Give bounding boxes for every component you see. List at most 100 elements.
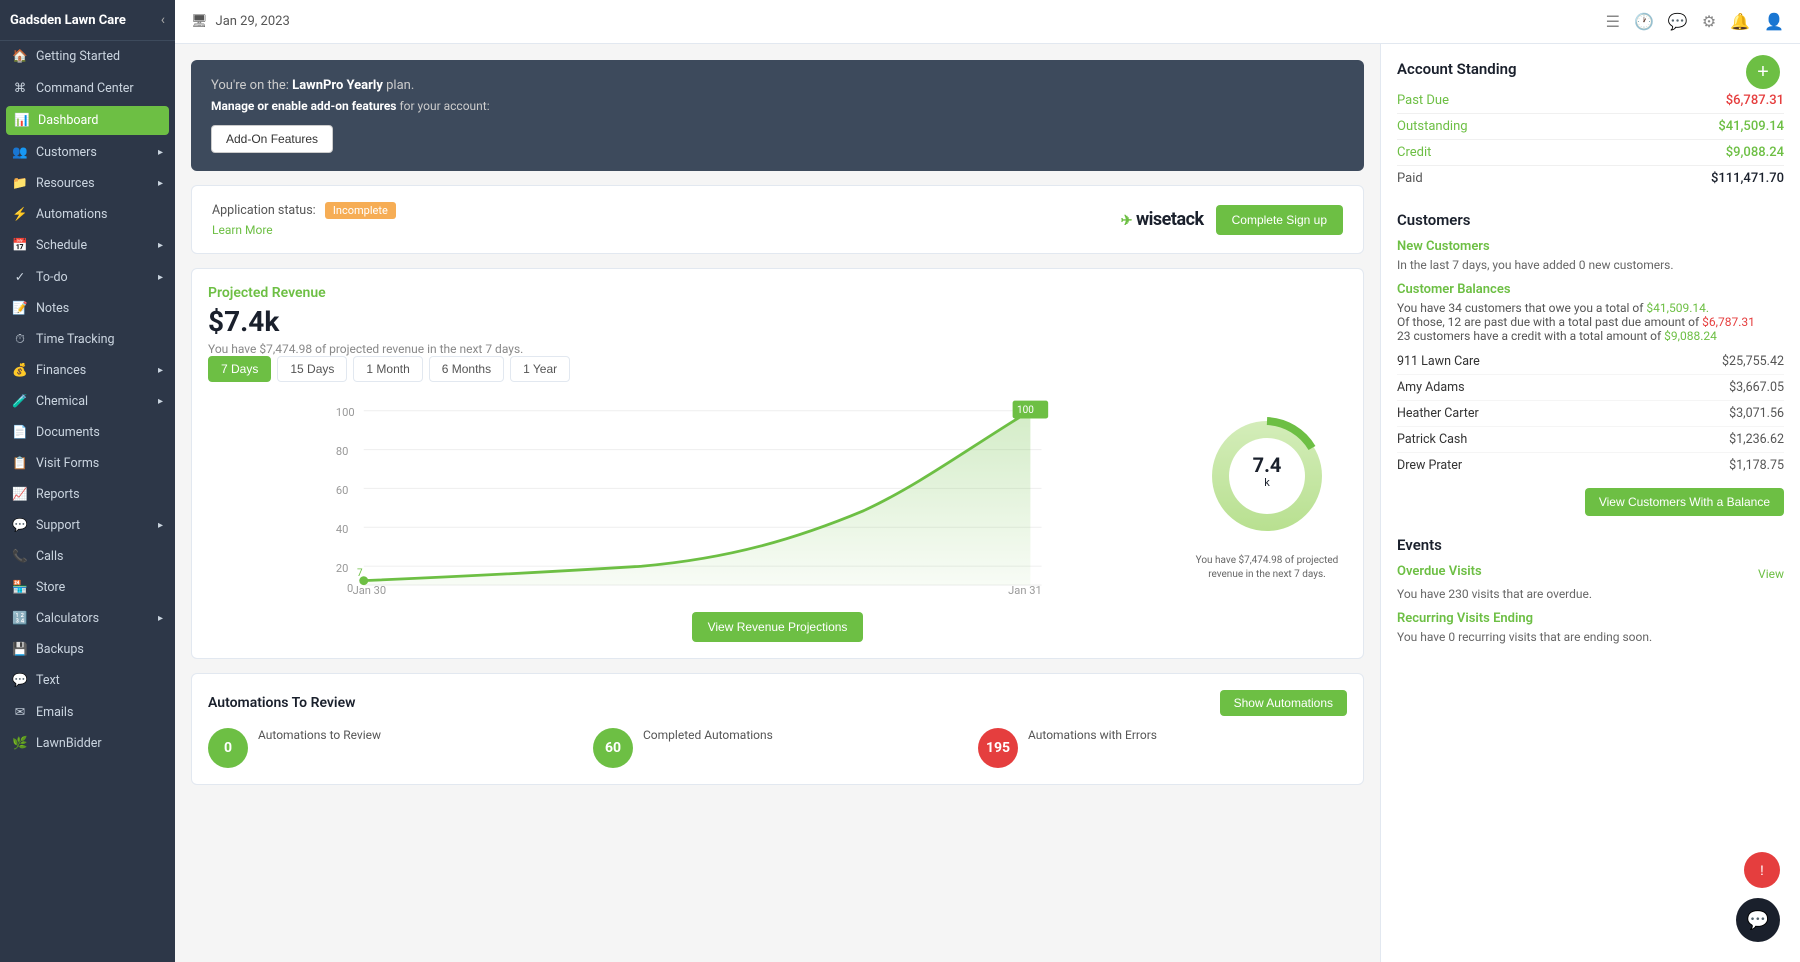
sidebar-item-support[interactable]: 💬 Support ▸ <box>0 510 175 541</box>
app-status-row: Application status: Incomplete <box>212 202 396 219</box>
sidebar-item-calculators[interactable]: 🔢 Calculators ▸ <box>0 603 175 634</box>
wisetack-logo: ✈ wisetack <box>1121 209 1204 230</box>
backups-icon: 💾 <box>12 642 28 657</box>
user-icon[interactable]: 👤 <box>1764 12 1784 31</box>
text-icon: 💬 <box>12 673 28 688</box>
sidebar-item-customers[interactable]: 👥 Customers ▸ <box>0 137 175 168</box>
balances-desc: You have 34 customers that owe you a tot… <box>1397 301 1784 343</box>
time-tabs: 7 Days15 Days1 Month 6 Months1 Year <box>208 356 1347 382</box>
balance-amount: $1,178.75 <box>1729 458 1784 473</box>
sidebar-item-backups[interactable]: 💾 Backups <box>0 634 175 665</box>
svg-text:7: 7 <box>357 568 363 579</box>
alert-button[interactable]: ! <box>1744 852 1780 888</box>
command-center-icon: ⌘ <box>12 80 28 96</box>
list-icon[interactable]: ☰ <box>1606 12 1620 31</box>
dashboard-icon: 📊 <box>14 113 30 128</box>
chevron-right-icon: ▸ <box>158 396 163 407</box>
status-badge: Incomplete <box>325 202 396 219</box>
sidebar-item-lawnbidder[interactable]: 🌿 LawnBidder <box>0 728 175 759</box>
sidebar-item-to-do[interactable]: ✓ To-do ▸ <box>0 261 175 293</box>
sidebar-item-command-center[interactable]: ⌘ Command Center <box>0 72 175 104</box>
standing-label: Paid <box>1397 171 1423 186</box>
sidebar-item-time-tracking[interactable]: ⏱ Time Tracking <box>0 324 175 355</box>
sidebar-item-finances[interactable]: 💰 Finances ▸ <box>0 355 175 386</box>
sidebar-item-notes[interactable]: 📝 Notes <box>0 293 175 324</box>
sidebar-label-backups: Backups <box>36 642 84 657</box>
account-standing-section: Account Standing Past Due $6,787.31Outst… <box>1397 60 1784 191</box>
svg-text:100: 100 <box>336 406 355 419</box>
fab-button[interactable]: + <box>1746 55 1780 89</box>
events-section: Events Overdue Visits View You have 230 … <box>1397 536 1784 644</box>
show-automations-button[interactable]: Show Automations <box>1220 690 1347 716</box>
customer-balances-title: Customer Balances <box>1397 282 1784 297</box>
sidebar-item-emails[interactable]: ✉ Emails <box>0 696 175 728</box>
chat-icon[interactable]: 💬 <box>1668 12 1688 31</box>
sidebar-label-emails: Emails <box>36 705 73 720</box>
sidebar-item-schedule[interactable]: 📅 Schedule ▸ <box>0 230 175 261</box>
content-area: You're on the: LawnPro Yearly plan. Mana… <box>175 44 1800 962</box>
app-status-right: ✈ wisetack Complete Sign up <box>1121 205 1343 235</box>
standing-row: Paid $111,471.70 <box>1397 166 1784 191</box>
automations-header: Automations To Review Show Automations <box>208 690 1347 716</box>
auto-card: 0 Automations to Review <box>208 728 577 768</box>
learn-more-link[interactable]: Learn More <box>212 223 396 237</box>
overdue-view-link[interactable]: View <box>1758 567 1784 581</box>
sidebar-label-resources: Resources <box>36 176 95 191</box>
time-tab-15-days[interactable]: 15 Days <box>277 356 347 382</box>
standing-rows: Past Due $6,787.31Outstanding $41,509.14… <box>1397 88 1784 191</box>
sidebar-collapse-icon[interactable]: ‹ <box>161 12 165 28</box>
standing-row: Outstanding $41,509.14 <box>1397 114 1784 140</box>
time-tab-7-days[interactable]: 7 Days <box>208 356 271 382</box>
standing-label[interactable]: Credit <box>1397 145 1431 160</box>
time-tab-1-month[interactable]: 1 Month <box>353 356 422 382</box>
app-status-banner: Application status: Incomplete Learn Mor… <box>191 185 1364 254</box>
standing-label[interactable]: Past Due <box>1397 93 1449 108</box>
chat-button[interactable]: 💬 <box>1736 898 1780 942</box>
auto-card-label: Automations to Review <box>258 728 381 742</box>
sidebar-label-chemical: Chemical <box>36 394 88 409</box>
complete-signup-button[interactable]: Complete Sign up <box>1216 205 1343 235</box>
sidebar-item-resources[interactable]: 📁 Resources ▸ <box>0 168 175 199</box>
calculators-icon: 🔢 <box>12 611 28 626</box>
chevron-right-icon: ▸ <box>158 272 163 283</box>
view-customers-balance-button[interactable]: View Customers With a Balance <box>1585 488 1784 516</box>
store-icon: 🏪 <box>12 580 28 595</box>
addon-features-button[interactable]: Add-On Features <box>211 125 333 153</box>
sidebar-label-automations: Automations <box>36 207 107 222</box>
time-tab-6-months[interactable]: 6 Months <box>429 356 504 382</box>
notes-icon: 📝 <box>12 301 28 316</box>
sidebar-label-reports: Reports <box>36 487 80 502</box>
recurring-visits-desc: You have 0 recurring visits that are end… <box>1397 630 1784 644</box>
sidebar-item-getting-started[interactable]: 🏠 Getting Started <box>0 41 175 72</box>
topbar-date: Jan 29, 2023 <box>216 14 290 29</box>
sidebar-label-customers: Customers <box>36 145 97 160</box>
sidebar-label-calls: Calls <box>36 549 63 564</box>
revenue-chart-area: 100 80 60 40 20 0 <box>208 394 1347 594</box>
balance-amount: $25,755.42 <box>1722 354 1784 369</box>
sidebar-item-dashboard[interactable]: 📊 Dashboard <box>6 106 169 135</box>
calls-icon: 📞 <box>12 549 28 564</box>
standing-label[interactable]: Outstanding <box>1397 119 1468 134</box>
svg-text:100: 100 <box>1017 405 1034 416</box>
topbar: 🖥 Jan 29, 2023 ☰ 🕐 💬 ⚙ 🔔 👤 <box>175 0 1800 44</box>
clock-icon[interactable]: 🕐 <box>1634 12 1654 31</box>
visit-forms-icon: 📋 <box>12 456 28 471</box>
sidebar-item-store[interactable]: 🏪 Store <box>0 572 175 603</box>
topbar-right: ☰ 🕐 💬 ⚙ 🔔 👤 <box>1606 12 1784 31</box>
sidebar-item-chemical[interactable]: 🧪 Chemical ▸ <box>0 386 175 417</box>
sidebar-item-automations[interactable]: ⚡ Automations <box>0 199 175 230</box>
sidebar-item-visit-forms[interactable]: 📋 Visit Forms <box>0 448 175 479</box>
sidebar-item-text[interactable]: 💬 Text <box>0 665 175 696</box>
balance-row: Amy Adams $3,667.05 <box>1397 375 1784 401</box>
sidebar-item-reports[interactable]: 📈 Reports <box>0 479 175 510</box>
sidebar-item-calls[interactable]: 📞 Calls <box>0 541 175 572</box>
auto-card-label: Completed Automations <box>643 728 773 742</box>
sidebar-item-documents[interactable]: 📄 Documents <box>0 417 175 448</box>
time-tab-1-year[interactable]: 1 Year <box>510 356 570 382</box>
sidebar-label-notes: Notes <box>36 301 69 316</box>
gear-icon[interactable]: ⚙ <box>1702 12 1716 31</box>
bell-icon[interactable]: 🔔 <box>1730 12 1750 31</box>
automations-title: Automations To Review <box>208 695 355 711</box>
view-revenue-projections-button[interactable]: View Revenue Projections <box>692 612 864 642</box>
app-logo: Gadsden Lawn Care <box>10 13 126 28</box>
